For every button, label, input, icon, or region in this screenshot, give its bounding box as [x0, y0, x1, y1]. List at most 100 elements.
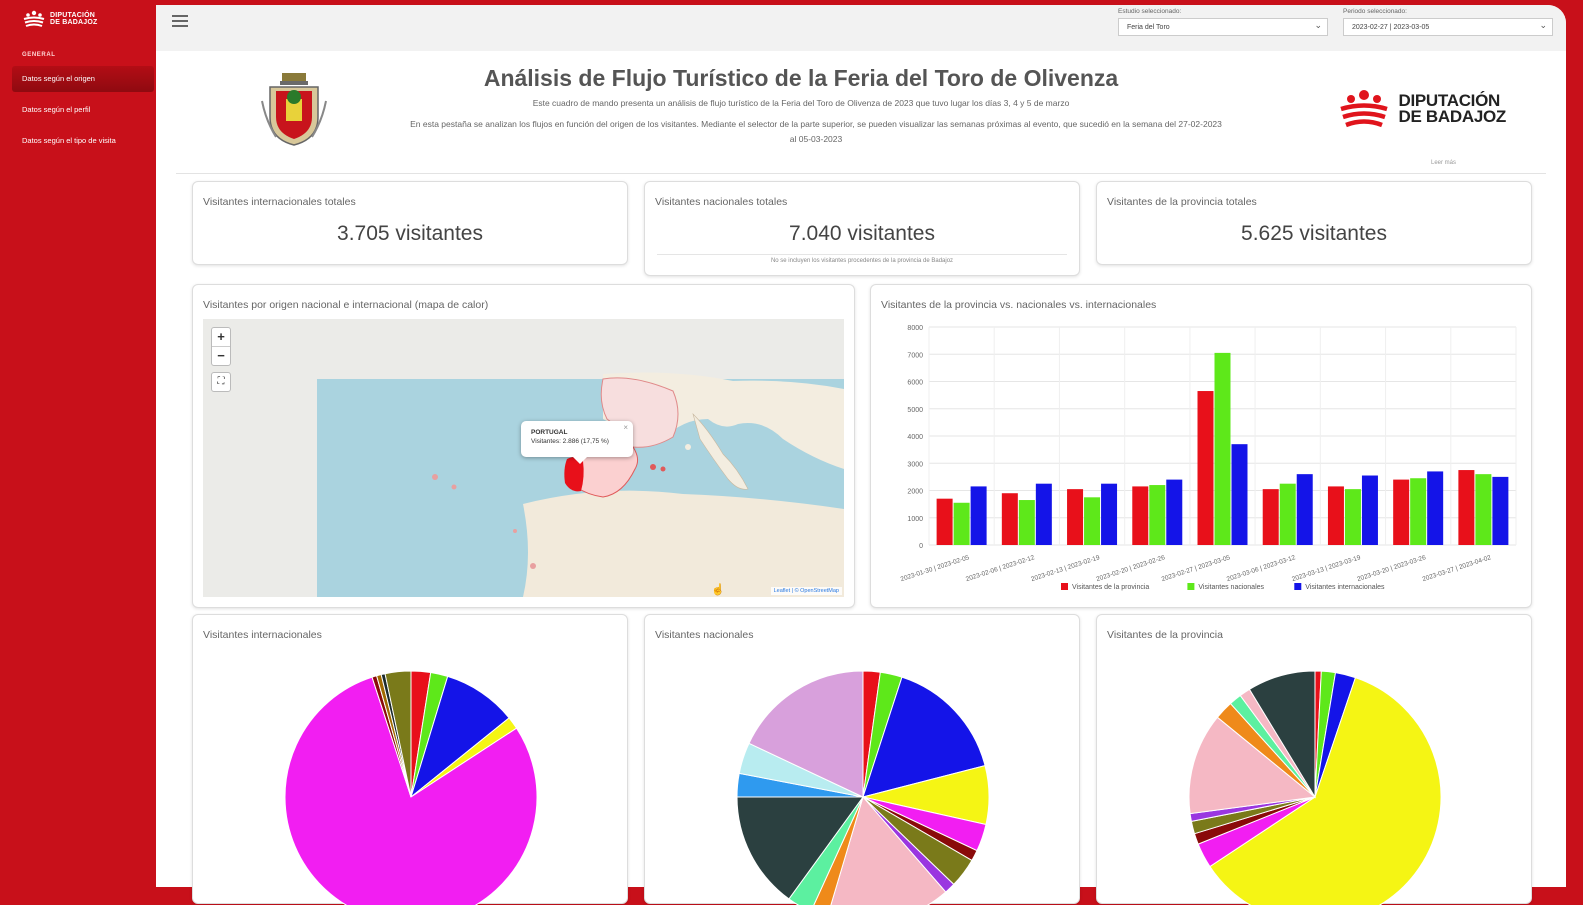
legend-swatch [1294, 583, 1302, 590]
sidebar-section-general: GENERAL [22, 52, 56, 58]
y-tick-label: 2000 [907, 489, 923, 496]
bar[interactable] [1344, 489, 1361, 545]
bar[interactable] [1231, 444, 1248, 545]
x-tick-label: 2023-03-20 | 2023-03-26 [1356, 554, 1427, 583]
hand-cursor-icon: ☝ [711, 584, 725, 596]
y-tick-label: 8000 [907, 325, 923, 332]
map-card: Visitantes por origen nacional e interna… [192, 284, 855, 608]
bar[interactable] [1361, 475, 1378, 545]
bar[interactable] [1427, 471, 1444, 545]
pie-card-provincia: Visitantes de la provincia [1096, 614, 1532, 905]
pie-card-internacionales: Visitantes internacionales [192, 614, 628, 905]
x-tick-label: 2023-03-06 | 2023-03-12 [1226, 554, 1297, 583]
page-description: En esta pestaña se analizan los flujos e… [410, 119, 1222, 144]
bar-chart-card: Visitantes de la provincia vs. nacionale… [870, 284, 1532, 608]
map-popup: × PORTUGAL Visitantes: 2.886 (17,75 %) [521, 421, 633, 464]
sidebar-item-tipo-visita[interactable]: Datos según el tipo de visita [12, 128, 154, 154]
menu-toggle-icon[interactable] [172, 15, 188, 29]
kpi-card-provincia: Visitantes de la provincia totales 5.625… [1096, 181, 1532, 265]
zoom-out-button[interactable]: − [212, 346, 230, 365]
bar[interactable] [1262, 489, 1279, 545]
map-basemap [203, 319, 844, 597]
legend-label[interactable]: Visitantes nacionales [1198, 584, 1264, 591]
sidebar-item-perfil[interactable]: Datos según el perfil [12, 97, 154, 123]
fullscreen-icon[interactable]: ⛶ [211, 372, 231, 392]
diputacion-emblem-icon [1340, 90, 1389, 128]
popup-close-icon[interactable]: × [623, 423, 628, 432]
kpi-card-internacionales: Visitantes internacionales totales 3.705… [192, 181, 628, 265]
bar[interactable] [953, 502, 970, 545]
kpi-title: Visitantes internacionales totales [203, 196, 356, 208]
bar[interactable] [1393, 479, 1410, 545]
bar[interactable] [1149, 485, 1166, 545]
kpi-title: Visitantes nacionales totales [655, 196, 788, 208]
legend-label[interactable]: Visitantes internacionales [1305, 584, 1385, 591]
heat-map[interactable]: + − ⛶ × PORTUGAL Visitantes: 2.886 (17,7… [203, 319, 844, 597]
legend-swatch [1061, 583, 1068, 590]
x-tick-label: 2023-02-06 | 2023-02-12 [965, 554, 1036, 583]
bar-chart-title: Visitantes de la provincia vs. nacionale… [881, 299, 1157, 311]
y-tick-label: 4000 [907, 434, 923, 441]
y-tick-label: 6000 [907, 380, 923, 387]
bar[interactable] [1410, 478, 1427, 545]
y-tick-label: 1000 [907, 516, 923, 523]
bar[interactable] [1279, 483, 1296, 545]
legend-swatch [1187, 583, 1195, 590]
sidebar: DIPUTACIÓN DE BADAJOZ GENERAL Datos segú… [0, 0, 156, 887]
bar[interactable] [1001, 493, 1018, 545]
bar[interactable] [1458, 470, 1475, 545]
period-selector-label: Periodo seleccionado: [1343, 8, 1407, 15]
popup-text: Visitantes: 2.886 (17,75 %) [531, 438, 609, 445]
legend-label[interactable]: Visitantes de la provincia [1072, 584, 1149, 591]
bar[interactable] [1475, 474, 1492, 545]
kpi-value: 5.625 visitantes [1241, 222, 1387, 245]
diputacion-logo-icon [22, 10, 46, 28]
bar[interactable] [1166, 479, 1183, 545]
brand-line-2: DE BADAJOZ [50, 19, 98, 26]
main-content: Estudio seleccionado: Feria del Toro Per… [156, 5, 1566, 905]
bar[interactable] [1101, 483, 1118, 545]
page-subtitle: Este cuadro de mando presenta un análisi… [532, 98, 1070, 108]
bar[interactable] [1067, 489, 1084, 545]
read-more-link[interactable]: Leer más [1431, 160, 1456, 166]
y-tick-label: 7000 [907, 352, 923, 359]
bar[interactable] [1018, 500, 1035, 545]
bar[interactable] [1035, 483, 1052, 545]
bar[interactable] [936, 498, 953, 545]
kpi-card-nacionales: Visitantes nacionales totales 7.040 visi… [644, 181, 1080, 276]
bar[interactable] [1132, 486, 1149, 545]
bar[interactable] [1084, 497, 1101, 545]
x-tick-label: 2023-02-20 | 2023-02-26 [1095, 554, 1166, 583]
period-selector: Periodo seleccionado: 2023-02-27 | 2023-… [1343, 8, 1553, 36]
zoom-control: + − [211, 327, 231, 366]
y-tick-label: 3000 [907, 461, 923, 468]
sidebar-brand[interactable]: DIPUTACIÓN DE BADAJOZ [22, 10, 98, 28]
study-select[interactable]: Feria del Toro [1118, 16, 1328, 36]
brand-line-1: DIPUTACIÓN [50, 12, 96, 19]
bar[interactable] [970, 486, 987, 545]
study-selector-label: Estudio seleccionado: [1118, 8, 1182, 15]
bar[interactable] [1214, 352, 1231, 545]
study-selector: Estudio seleccionado: Feria del Toro [1118, 8, 1328, 36]
pie-title: Visitantes nacionales [655, 629, 754, 641]
zoom-in-button[interactable]: + [212, 328, 230, 346]
x-tick-label: 2023-03-27 | 2023-04-02 [1422, 554, 1493, 583]
logo-line-2: DE BADAJOZ [1398, 107, 1506, 126]
x-tick-label: 2023-02-27 | 2023-03-05 [1161, 554, 1232, 583]
pie-chart-internacionales [284, 670, 538, 905]
y-tick-label: 0 [919, 543, 923, 550]
map-attribution[interactable]: Leaflet | © OpenStreetMap [770, 587, 842, 595]
bar[interactable] [1296, 474, 1313, 545]
x-tick-label: 2023-02-13 | 2023-02-19 [1030, 554, 1101, 583]
bar[interactable] [1327, 486, 1344, 545]
sidebar-item-origen[interactable]: Datos según el origen [12, 66, 154, 92]
bar[interactable] [1197, 391, 1214, 545]
pie-title: Visitantes de la provincia [1107, 629, 1223, 641]
page-title: Análisis de Flujo Turístico de la Feria … [483, 65, 1119, 91]
dashboard-header: Análisis de Flujo Turístico de la Feria … [176, 53, 1546, 174]
bar[interactable] [1492, 476, 1509, 545]
period-select[interactable]: 2023-02-27 | 2023-03-05 [1343, 16, 1553, 36]
kpi-value: 3.705 visitantes [337, 222, 483, 245]
top-bar: Estudio seleccionado: Feria del Toro Per… [156, 5, 1566, 51]
pie-card-nacionales: Visitantes nacionales [644, 614, 1080, 905]
